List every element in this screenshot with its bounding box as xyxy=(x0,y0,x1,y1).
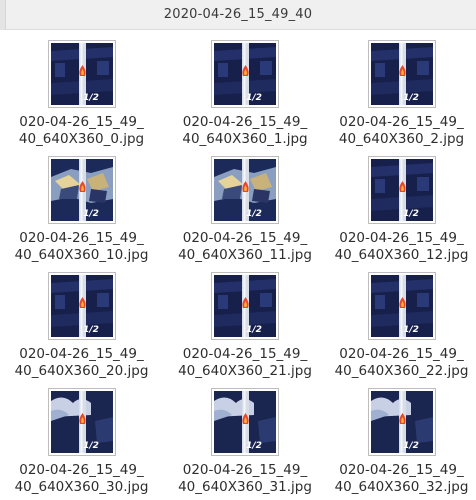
file-name-line2: 40_640X360_31.jpg xyxy=(178,479,312,495)
image-thumbnail-icon: 1/2 xyxy=(50,43,113,105)
file-thumbnail[interactable]: 1/2 xyxy=(47,272,116,340)
file-name-line2: 40_640X360_0.jpg xyxy=(18,131,145,147)
file-thumbnail[interactable]: 1/2 xyxy=(211,156,279,224)
image-thumbnail-icon: 1/2 xyxy=(214,43,276,105)
image-thumbnail-icon: 1/2 xyxy=(370,159,433,221)
file-name-line2: 40_640X360_20.jpg xyxy=(14,363,149,379)
file-name: 020-04-26_15_49_ 40_640X360_32.jpg xyxy=(327,462,476,496)
file-item[interactable]: 1/2 020-04-26_15_49_ 40_640X360_31.jpg xyxy=(163,384,327,500)
file-name-line1: 020-04-26_15_49_ xyxy=(19,114,144,130)
file-name-line1: 020-04-26_15_49_ xyxy=(339,114,464,130)
file-thumbnail[interactable]: 1/2 xyxy=(211,40,279,108)
file-name-line1: 020-04-26_15_49_ xyxy=(19,230,144,246)
image-thumbnail-icon: 1/2 xyxy=(214,275,276,337)
image-thumbnail-icon: 1/2 xyxy=(50,159,113,221)
file-thumbnail[interactable]: 1/2 xyxy=(211,272,279,340)
image-thumbnail-icon: 1/2 xyxy=(214,391,276,453)
image-thumbnail-icon: 1/2 xyxy=(50,391,113,453)
svg-text:1/2: 1/2 xyxy=(246,441,262,451)
file-name-line2: 40_640X360_30.jpg xyxy=(14,479,149,495)
file-name-line2: 40_640X360_32.jpg xyxy=(334,479,469,495)
file-name-line2: 40_640X360_21.jpg xyxy=(178,363,312,379)
file-item[interactable]: 1/2 020-04-26_15_49_ 40_640X360_12.jpg xyxy=(327,152,476,268)
file-item[interactable]: 1/2 020-04-26_15_49_ 40_640X360_30.jpg xyxy=(0,384,163,500)
file-item[interactable]: 1/2 020-04-26_15_49_ 40_640X360_1.jpg xyxy=(163,36,327,152)
file-name: 020-04-26_15_49_ 40_640X360_11.jpg xyxy=(170,230,320,264)
file-name-line1: 020-04-26_15_49_ xyxy=(182,346,308,362)
svg-text:1/2: 1/2 xyxy=(83,209,99,219)
file-name-line1: 020-04-26_15_49_ xyxy=(182,230,308,246)
file-item[interactable]: 1/2 020-04-26_15_49_ 40_640X360_10.jpg xyxy=(0,152,163,268)
svg-text:1/2: 1/2 xyxy=(83,93,99,103)
image-thumbnail-icon: 1/2 xyxy=(370,275,433,337)
file-name-line1: 020-04-26_15_49_ xyxy=(339,230,464,246)
file-name-line1: 020-04-26_15_49_ xyxy=(339,462,464,478)
file-item[interactable]: 1/2 020-04-26_15_49_ 40_640X360_32.jpg xyxy=(327,384,476,500)
file-name-line1: 020-04-26_15_49_ xyxy=(182,114,308,130)
svg-text:1/2: 1/2 xyxy=(403,325,419,335)
file-item[interactable]: 1/2 020-04-26_15_49_ 40_640X360_2.jpg xyxy=(327,36,476,152)
file-name: 020-04-26_15_49_ 40_640X360_2.jpg xyxy=(327,114,476,148)
file-name-line2: 40_640X360_22.jpg xyxy=(334,363,469,379)
file-thumbnail[interactable]: 1/2 xyxy=(367,40,436,108)
file-name-line1: 020-04-26_15_49_ xyxy=(339,346,464,362)
file-name-line2: 40_640X360_10.jpg xyxy=(14,247,149,263)
image-thumbnail-icon: 1/2 xyxy=(50,275,113,337)
file-item[interactable]: 1/2 020-04-26_15_49_ 40_640X360_20.jpg xyxy=(0,268,163,384)
file-name-line1: 020-04-26_15_49_ xyxy=(19,346,144,362)
svg-text:1/2: 1/2 xyxy=(403,209,419,219)
file-name: 020-04-26_15_49_ 40_640X360_21.jpg xyxy=(170,346,320,380)
file-thumbnail[interactable]: 1/2 xyxy=(367,388,436,456)
window-edge xyxy=(0,0,6,30)
file-item[interactable]: 1/2 020-04-26_15_49_ 40_640X360_21.jpg xyxy=(163,268,327,384)
svg-text:1/2: 1/2 xyxy=(246,325,262,335)
file-thumbnail[interactable]: 1/2 xyxy=(367,272,436,340)
file-item[interactable]: 1/2 020-04-26_15_49_ 40_640X360_0.jpg xyxy=(0,36,163,152)
file-name-line2: 40_640X360_11.jpg xyxy=(178,247,312,263)
image-thumbnail-icon: 1/2 xyxy=(370,391,433,453)
window-titlebar[interactable]: 2020-04-26_15_49_40 xyxy=(0,0,476,30)
image-thumbnail-icon: 1/2 xyxy=(370,43,433,105)
file-name: 020-04-26_15_49_ 40_640X360_30.jpg xyxy=(7,462,157,496)
file-name: 020-04-26_15_49_ 40_640X360_10.jpg xyxy=(7,230,157,264)
file-item[interactable]: 1/2 020-04-26_15_49_ 40_640X360_11.jpg xyxy=(163,152,327,268)
svg-text:1/2: 1/2 xyxy=(403,441,419,451)
file-name: 020-04-26_15_49_ 40_640X360_1.jpg xyxy=(170,114,320,148)
file-item[interactable]: 1/2 020-04-26_15_49_ 40_640X360_22.jpg xyxy=(327,268,476,384)
file-thumbnail[interactable]: 1/2 xyxy=(47,40,116,108)
file-grid: 1/2 020-04-26_15_49_ 40_640X360_0.jpg 1/2… xyxy=(0,36,476,500)
file-name: 020-04-26_15_49_ 40_640X360_22.jpg xyxy=(327,346,476,380)
file-thumbnail[interactable]: 1/2 xyxy=(47,388,116,456)
svg-text:1/2: 1/2 xyxy=(83,325,99,335)
file-name: 020-04-26_15_49_ 40_640X360_12.jpg xyxy=(327,230,476,264)
file-name-line2: 40_640X360_12.jpg xyxy=(334,247,469,263)
svg-text:1/2: 1/2 xyxy=(83,441,99,451)
file-name: 020-04-26_15_49_ 40_640X360_20.jpg xyxy=(7,346,157,380)
file-thumbnail[interactable]: 1/2 xyxy=(211,388,279,456)
file-name: 020-04-26_15_49_ 40_640X360_0.jpg xyxy=(7,114,157,148)
file-thumbnail[interactable]: 1/2 xyxy=(367,156,436,224)
file-name-line1: 020-04-26_15_49_ xyxy=(19,462,144,478)
file-name-line2: 40_640X360_2.jpg xyxy=(338,131,465,147)
window-title: 2020-04-26_15_49_40 xyxy=(163,7,313,22)
svg-text:1/2: 1/2 xyxy=(246,93,262,103)
image-thumbnail-icon: 1/2 xyxy=(214,159,276,221)
svg-text:1/2: 1/2 xyxy=(403,93,419,103)
file-thumbnail[interactable]: 1/2 xyxy=(47,156,116,224)
file-name-line1: 020-04-26_15_49_ xyxy=(182,462,308,478)
file-name-line2: 40_640X360_1.jpg xyxy=(182,131,308,147)
file-name: 020-04-26_15_49_ 40_640X360_31.jpg xyxy=(170,462,320,496)
svg-text:1/2: 1/2 xyxy=(246,209,262,219)
